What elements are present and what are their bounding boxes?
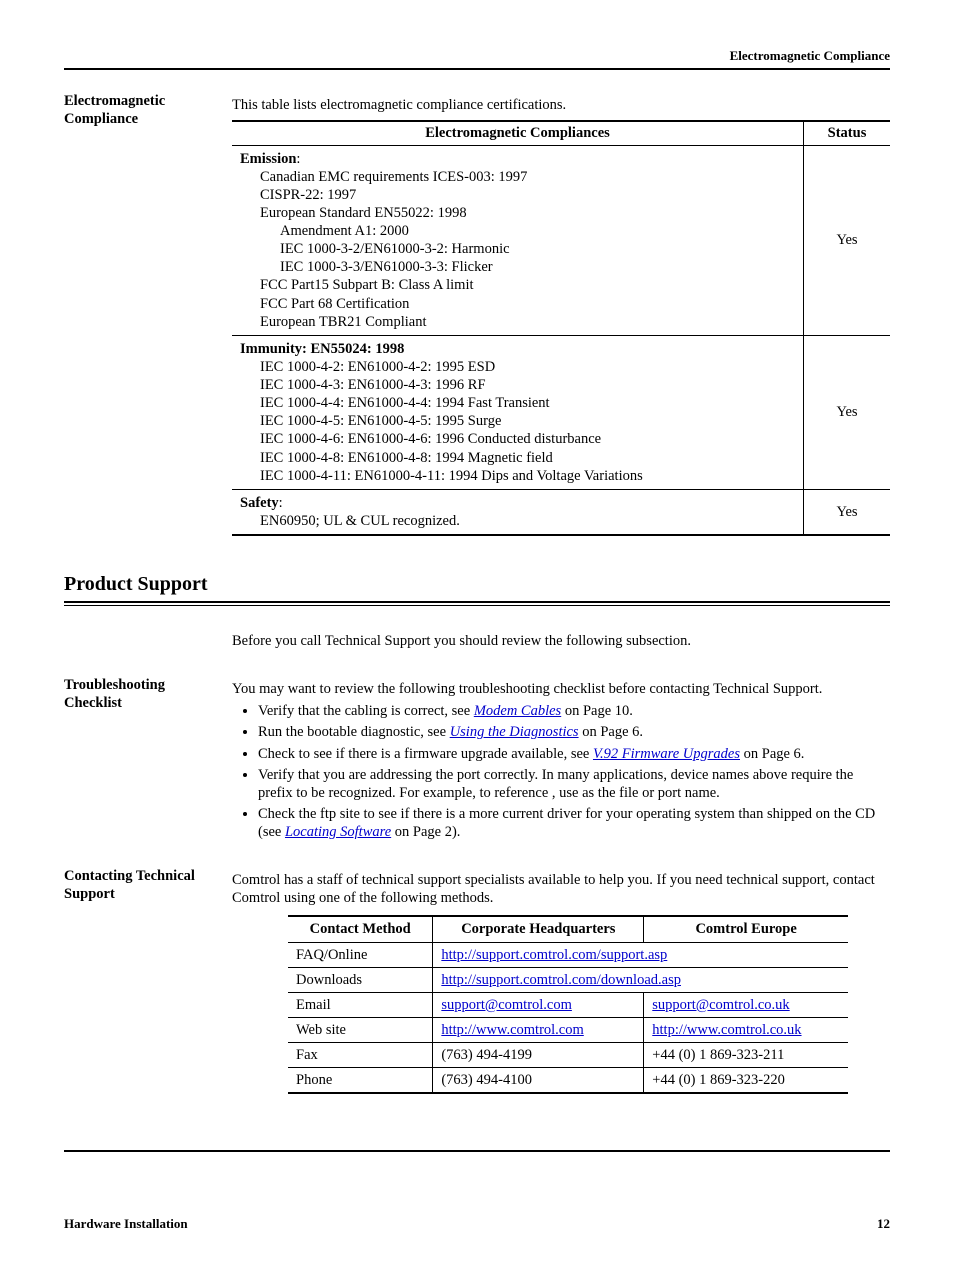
contact-phone-label: Phone: [288, 1068, 433, 1094]
em-row-immunity-status: Yes: [804, 335, 891, 489]
section-rule-thin: [64, 605, 890, 606]
contact-fax-eu: +44 (0) 1 869-323-211: [644, 1043, 848, 1068]
side-heading-contact: Contacting Technical Support: [64, 867, 232, 903]
contact-fax-hq: (763) 494-4199: [433, 1043, 644, 1068]
support-intro: Before you call Technical Support you sh…: [232, 632, 890, 650]
contact-downloads-label: Downloads: [288, 967, 433, 992]
link-locating-software[interactable]: Locating Software: [285, 824, 391, 840]
em-row-immunity: Immunity: EN55024: 1998 IEC 1000-4-2: EN…: [232, 335, 804, 489]
contact-head-hq: Corporate Headquarters: [433, 916, 644, 942]
link-downloads[interactable]: http://support.comtrol.com/download.asp: [441, 972, 681, 988]
em-row-emission-status: Yes: [804, 145, 891, 335]
contact-table: Contact Method Corporate Headquarters Co…: [288, 915, 848, 1094]
table-row: Email support@comtrol.com support@comtro…: [288, 992, 848, 1017]
contact-head-eu: Comtrol Europe: [644, 916, 848, 942]
link-email-eu[interactable]: support@comtrol.co.uk: [652, 997, 789, 1013]
link-email-hq[interactable]: support@comtrol.com: [441, 997, 572, 1013]
link-modem-cables[interactable]: Modem Cables: [474, 703, 561, 719]
footer-left: Hardware Installation: [64, 1216, 188, 1232]
side-heading-troubleshoot: Troubleshooting Checklist: [64, 676, 232, 712]
side-heading-em: Electromagnetic Compliance: [64, 92, 232, 128]
contact-intro: Comtrol has a staff of technical support…: [232, 871, 890, 907]
link-firmware-upgrades[interactable]: V.92 Firmware Upgrades: [593, 746, 740, 762]
troubleshoot-item: Run the bootable diagnostic, see Using t…: [258, 723, 890, 741]
link-using-diagnostics[interactable]: Using the Diagnostics: [450, 724, 579, 740]
table-row: Downloads http://support.comtrol.com/dow…: [288, 967, 848, 992]
link-faq[interactable]: http://support.comtrol.com/support.asp: [441, 947, 667, 963]
troubleshoot-item: Verify that you are addressing the port …: [258, 766, 890, 802]
contact-web-label: Web site: [288, 1017, 433, 1042]
contact-phone-hq: (763) 494-4100: [433, 1068, 644, 1094]
em-intro: This table lists electromagnetic complia…: [232, 96, 890, 114]
troubleshoot-intro: You may want to review the following tro…: [232, 680, 890, 698]
em-compliance-table: Electromagnetic Compliances Status Emiss…: [232, 120, 890, 536]
section-heading-support: Product Support: [64, 572, 890, 597]
header-rule: [64, 68, 890, 70]
troubleshoot-item: Verify that the cabling is correct, see …: [258, 702, 890, 720]
em-row-emission: Emission: Canadian EMC requirements ICES…: [232, 145, 804, 335]
contact-head-method: Contact Method: [288, 916, 433, 942]
table-row: Web site http://www.comtrol.com http://w…: [288, 1017, 848, 1042]
link-web-hq[interactable]: http://www.comtrol.com: [441, 1022, 583, 1038]
running-header: Electromagnetic Compliance: [64, 48, 890, 64]
em-header-status: Status: [804, 121, 891, 145]
contact-phone-eu: +44 (0) 1 869-323-220: [644, 1068, 848, 1094]
troubleshoot-list: Verify that the cabling is correct, see …: [232, 702, 890, 841]
table-row: FAQ/Online http://support.comtrol.com/su…: [288, 942, 848, 967]
contact-email-label: Email: [288, 992, 433, 1017]
troubleshoot-item: Check to see if there is a firmware upgr…: [258, 745, 890, 763]
contact-fax-label: Fax: [288, 1043, 433, 1068]
footer-rule: [64, 1150, 890, 1152]
contact-faq-label: FAQ/Online: [288, 942, 433, 967]
section-rule-thick: [64, 601, 890, 603]
em-row-safety-status: Yes: [804, 489, 891, 535]
em-row-safety: Safety: EN60950; UL & CUL recognized.: [232, 489, 804, 535]
em-header-compliances: Electromagnetic Compliances: [232, 121, 804, 145]
table-row: Fax (763) 494-4199 +44 (0) 1 869-323-211: [288, 1043, 848, 1068]
link-web-eu[interactable]: http://www.comtrol.co.uk: [652, 1022, 801, 1038]
footer-page-number: 12: [877, 1216, 890, 1232]
table-row: Phone (763) 494-4100 +44 (0) 1 869-323-2…: [288, 1068, 848, 1094]
troubleshoot-item: Check the ftp site to see if there is a …: [258, 805, 890, 841]
